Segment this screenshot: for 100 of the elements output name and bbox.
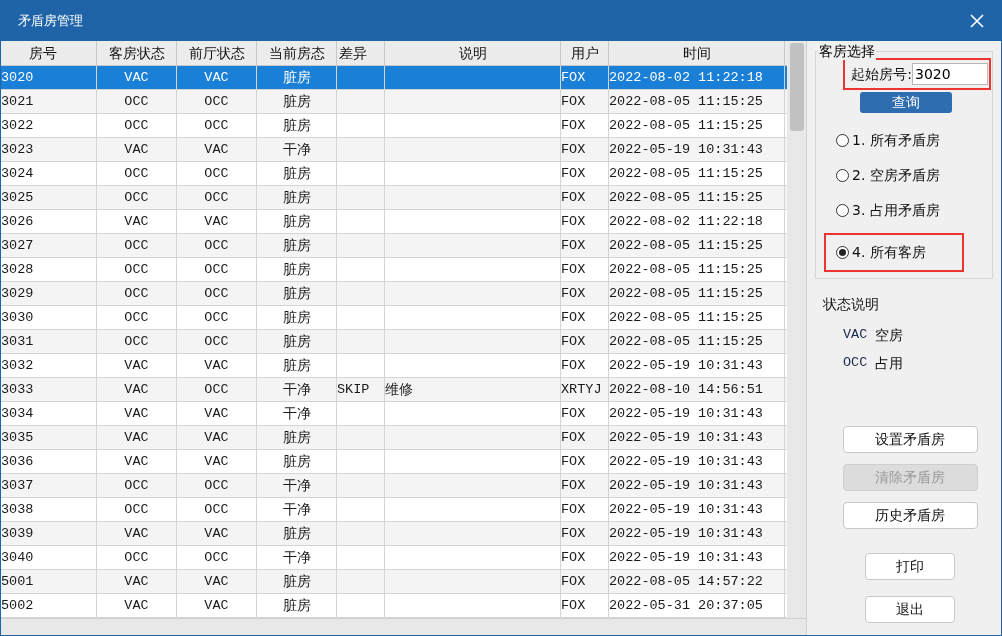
table-cell: 2022-05-19 10:31:43 <box>609 550 763 565</box>
table-cell: 2022-05-19 10:31:43 <box>609 478 763 493</box>
column-header[interactable]: 前厅状态 <box>177 41 257 65</box>
table-cell: 3023 <box>1 142 34 157</box>
table-cell: VAC <box>204 142 229 157</box>
table-cell: FOX <box>561 94 586 109</box>
table-cell: FOX <box>561 430 586 445</box>
dialog-button[interactable]: 打印 <box>865 553 955 580</box>
table-cell: OCC <box>204 310 229 325</box>
table-row[interactable]: 3036 VAC VAC 脏房 FOX 2022-05-19 10:31:43 <box>1 450 787 474</box>
table-row[interactable]: 5001 VAC VAC 脏房 FOX 2022-08-05 14:57:22 <box>1 570 787 594</box>
table-row[interactable]: 3028 OCC OCC 脏房 FOX 2022-08-05 11:15:25 <box>1 258 787 282</box>
table-cell: 3038 <box>1 502 34 517</box>
table-row[interactable]: 5002 VAC VAC 脏房 FOX 2022-05-31 20:37:05 <box>1 594 787 618</box>
table-cell: OCC <box>124 502 149 517</box>
table-row[interactable]: 3026 VAC VAC 脏房 FOX 2022-08-02 11:22:18 <box>1 210 787 234</box>
radio-option[interactable]: 4. 所有客房 <box>836 242 926 263</box>
table-cell: 脏房 <box>282 285 311 301</box>
column-header[interactable]: 说明 <box>385 41 561 65</box>
table-cell: OCC <box>204 166 229 181</box>
column-header[interactable]: 用户 <box>561 41 609 65</box>
table-cell: 5002 <box>1 598 34 613</box>
table-cell: 脏房 <box>282 453 311 469</box>
table-cell: FOX <box>561 70 586 85</box>
table-cell: 2022-08-05 11:15:25 <box>609 190 763 205</box>
table-row[interactable]: 3039 VAC VAC 脏房 FOX 2022-05-19 10:31:43 <box>1 522 787 546</box>
vertical-scrollbar[interactable] <box>787 41 806 618</box>
table-row[interactable]: 3038 OCC OCC 干净 FOX 2022-05-19 10:31:43 <box>1 498 787 522</box>
table-row[interactable]: 3029 OCC OCC 脏房 FOX 2022-08-05 11:15:25 <box>1 282 787 306</box>
table-cell: 3028 <box>1 262 34 277</box>
dialog-button[interactable]: 退出 <box>865 596 955 623</box>
table-cell: FOX <box>561 286 586 301</box>
table-cell: FOX <box>561 406 586 421</box>
table-row[interactable]: 3021 OCC OCC 脏房 FOX 2022-08-05 11:15:25 <box>1 90 787 114</box>
table-cell: FOX <box>561 502 586 517</box>
horizontal-scrollbar[interactable] <box>1 618 806 635</box>
table-cell: OCC <box>124 478 149 493</box>
action-button[interactable]: 历史矛盾房 <box>842 502 978 529</box>
table-cell: FOX <box>561 334 586 349</box>
table-cell: VAC <box>124 430 149 445</box>
table-cell: OCC <box>124 310 149 325</box>
table-row[interactable]: 3037 OCC OCC 干净 FOX 2022-05-19 10:31:43 <box>1 474 787 498</box>
table-cell: VAC <box>124 574 149 589</box>
table-cell: FOX <box>561 598 586 613</box>
query-button[interactable]: 查询 <box>860 92 952 113</box>
table-cell: FOX <box>561 190 586 205</box>
close-icon[interactable] <box>970 14 984 28</box>
table-row[interactable]: 3035 VAC VAC 脏房 FOX 2022-05-19 10:31:43 <box>1 426 787 450</box>
table-cell: VAC <box>124 358 149 373</box>
table-row[interactable]: 3022 OCC OCC 脏房 FOX 2022-08-05 11:15:25 <box>1 114 787 138</box>
table-cell: VAC <box>204 526 229 541</box>
table-cell: 3025 <box>1 190 34 205</box>
table-cell: FOX <box>561 526 586 541</box>
table-row[interactable]: 3023 VAC VAC 干净 FOX 2022-05-19 10:31:43 <box>1 138 787 162</box>
table-row[interactable]: 3033 VAC OCC 干净 SKIP 维修 XRTYJ 2022-08-10 14:56:51 <box>1 378 787 402</box>
radio-option[interactable]: 1. 所有矛盾房 <box>836 130 940 150</box>
group-title: 客房选择 <box>818 42 876 60</box>
table-row[interactable]: 3040 OCC OCC 干净 FOX 2022-05-19 10:31:43 <box>1 546 787 570</box>
radio-option[interactable]: 3. 占用矛盾房 <box>836 200 940 220</box>
table-cell: VAC <box>204 358 229 373</box>
action-button[interactable]: 设置矛盾房 <box>842 426 978 453</box>
table-cell: FOX <box>561 358 586 373</box>
table-cell: FOX <box>561 142 586 157</box>
table-cell: FOX <box>561 454 586 469</box>
column-header[interactable]: 房号 <box>1 41 97 65</box>
status-code: VAC <box>843 325 868 344</box>
table-cell: 脏房 <box>282 261 311 277</box>
table-row[interactable]: 3032 VAC VAC 脏房 FOX 2022-05-19 10:31:43 <box>1 354 787 378</box>
table-cell: OCC <box>124 166 149 181</box>
table-cell: 干净 <box>282 477 311 493</box>
table-row[interactable]: 3034 VAC VAC 干净 FOX 2022-05-19 10:31:43 <box>1 402 787 426</box>
table-cell: FOX <box>561 478 586 493</box>
table-cell: 3037 <box>1 478 34 493</box>
table-row[interactable]: 3024 OCC OCC 脏房 FOX 2022-08-05 11:15:25 <box>1 162 787 186</box>
table-cell: 2022-08-10 14:56:51 <box>609 382 763 397</box>
column-header[interactable]: 差异 <box>337 41 385 65</box>
table-row[interactable]: 3025 OCC OCC 脏房 FOX 2022-08-05 11:15:25 <box>1 186 787 210</box>
table-cell: FOX <box>561 262 586 277</box>
table-cell: VAC <box>124 406 149 421</box>
table-cell: 3024 <box>1 166 34 181</box>
table-cell: 干净 <box>282 549 311 565</box>
table-row[interactable]: 3030 OCC OCC 脏房 FOX 2022-08-05 11:15:25 <box>1 306 787 330</box>
status-meaning: 占用 <box>875 353 904 373</box>
column-header[interactable]: 客房状态 <box>97 41 177 65</box>
column-header[interactable]: 当前房态 <box>257 41 337 65</box>
table-cell: 2022-08-05 11:15:25 <box>609 334 763 349</box>
radio-option[interactable]: 2. 空房矛盾房 <box>836 165 940 185</box>
table-row[interactable]: 3031 OCC OCC 脏房 FOX 2022-08-05 11:15:25 <box>1 330 787 354</box>
column-header[interactable]: 时间 <box>609 41 785 65</box>
table-cell: VAC <box>204 70 229 85</box>
table-cell: FOX <box>561 550 586 565</box>
table-cell: OCC <box>204 118 229 133</box>
table-cell: OCC <box>124 94 149 109</box>
table-row[interactable]: 3020 VAC VAC 脏房 FOX 2022-08-02 11:22:18 <box>1 66 787 90</box>
start-room-field[interactable]: 3020 <box>912 63 988 85</box>
table-cell: 干净 <box>282 141 311 157</box>
table-cell: 脏房 <box>282 429 311 445</box>
table-cell: 2022-08-05 11:15:25 <box>609 118 763 133</box>
table-cell: 脏房 <box>282 525 311 541</box>
table-row[interactable]: 3027 OCC OCC 脏房 FOX 2022-08-05 11:15:25 <box>1 234 787 258</box>
